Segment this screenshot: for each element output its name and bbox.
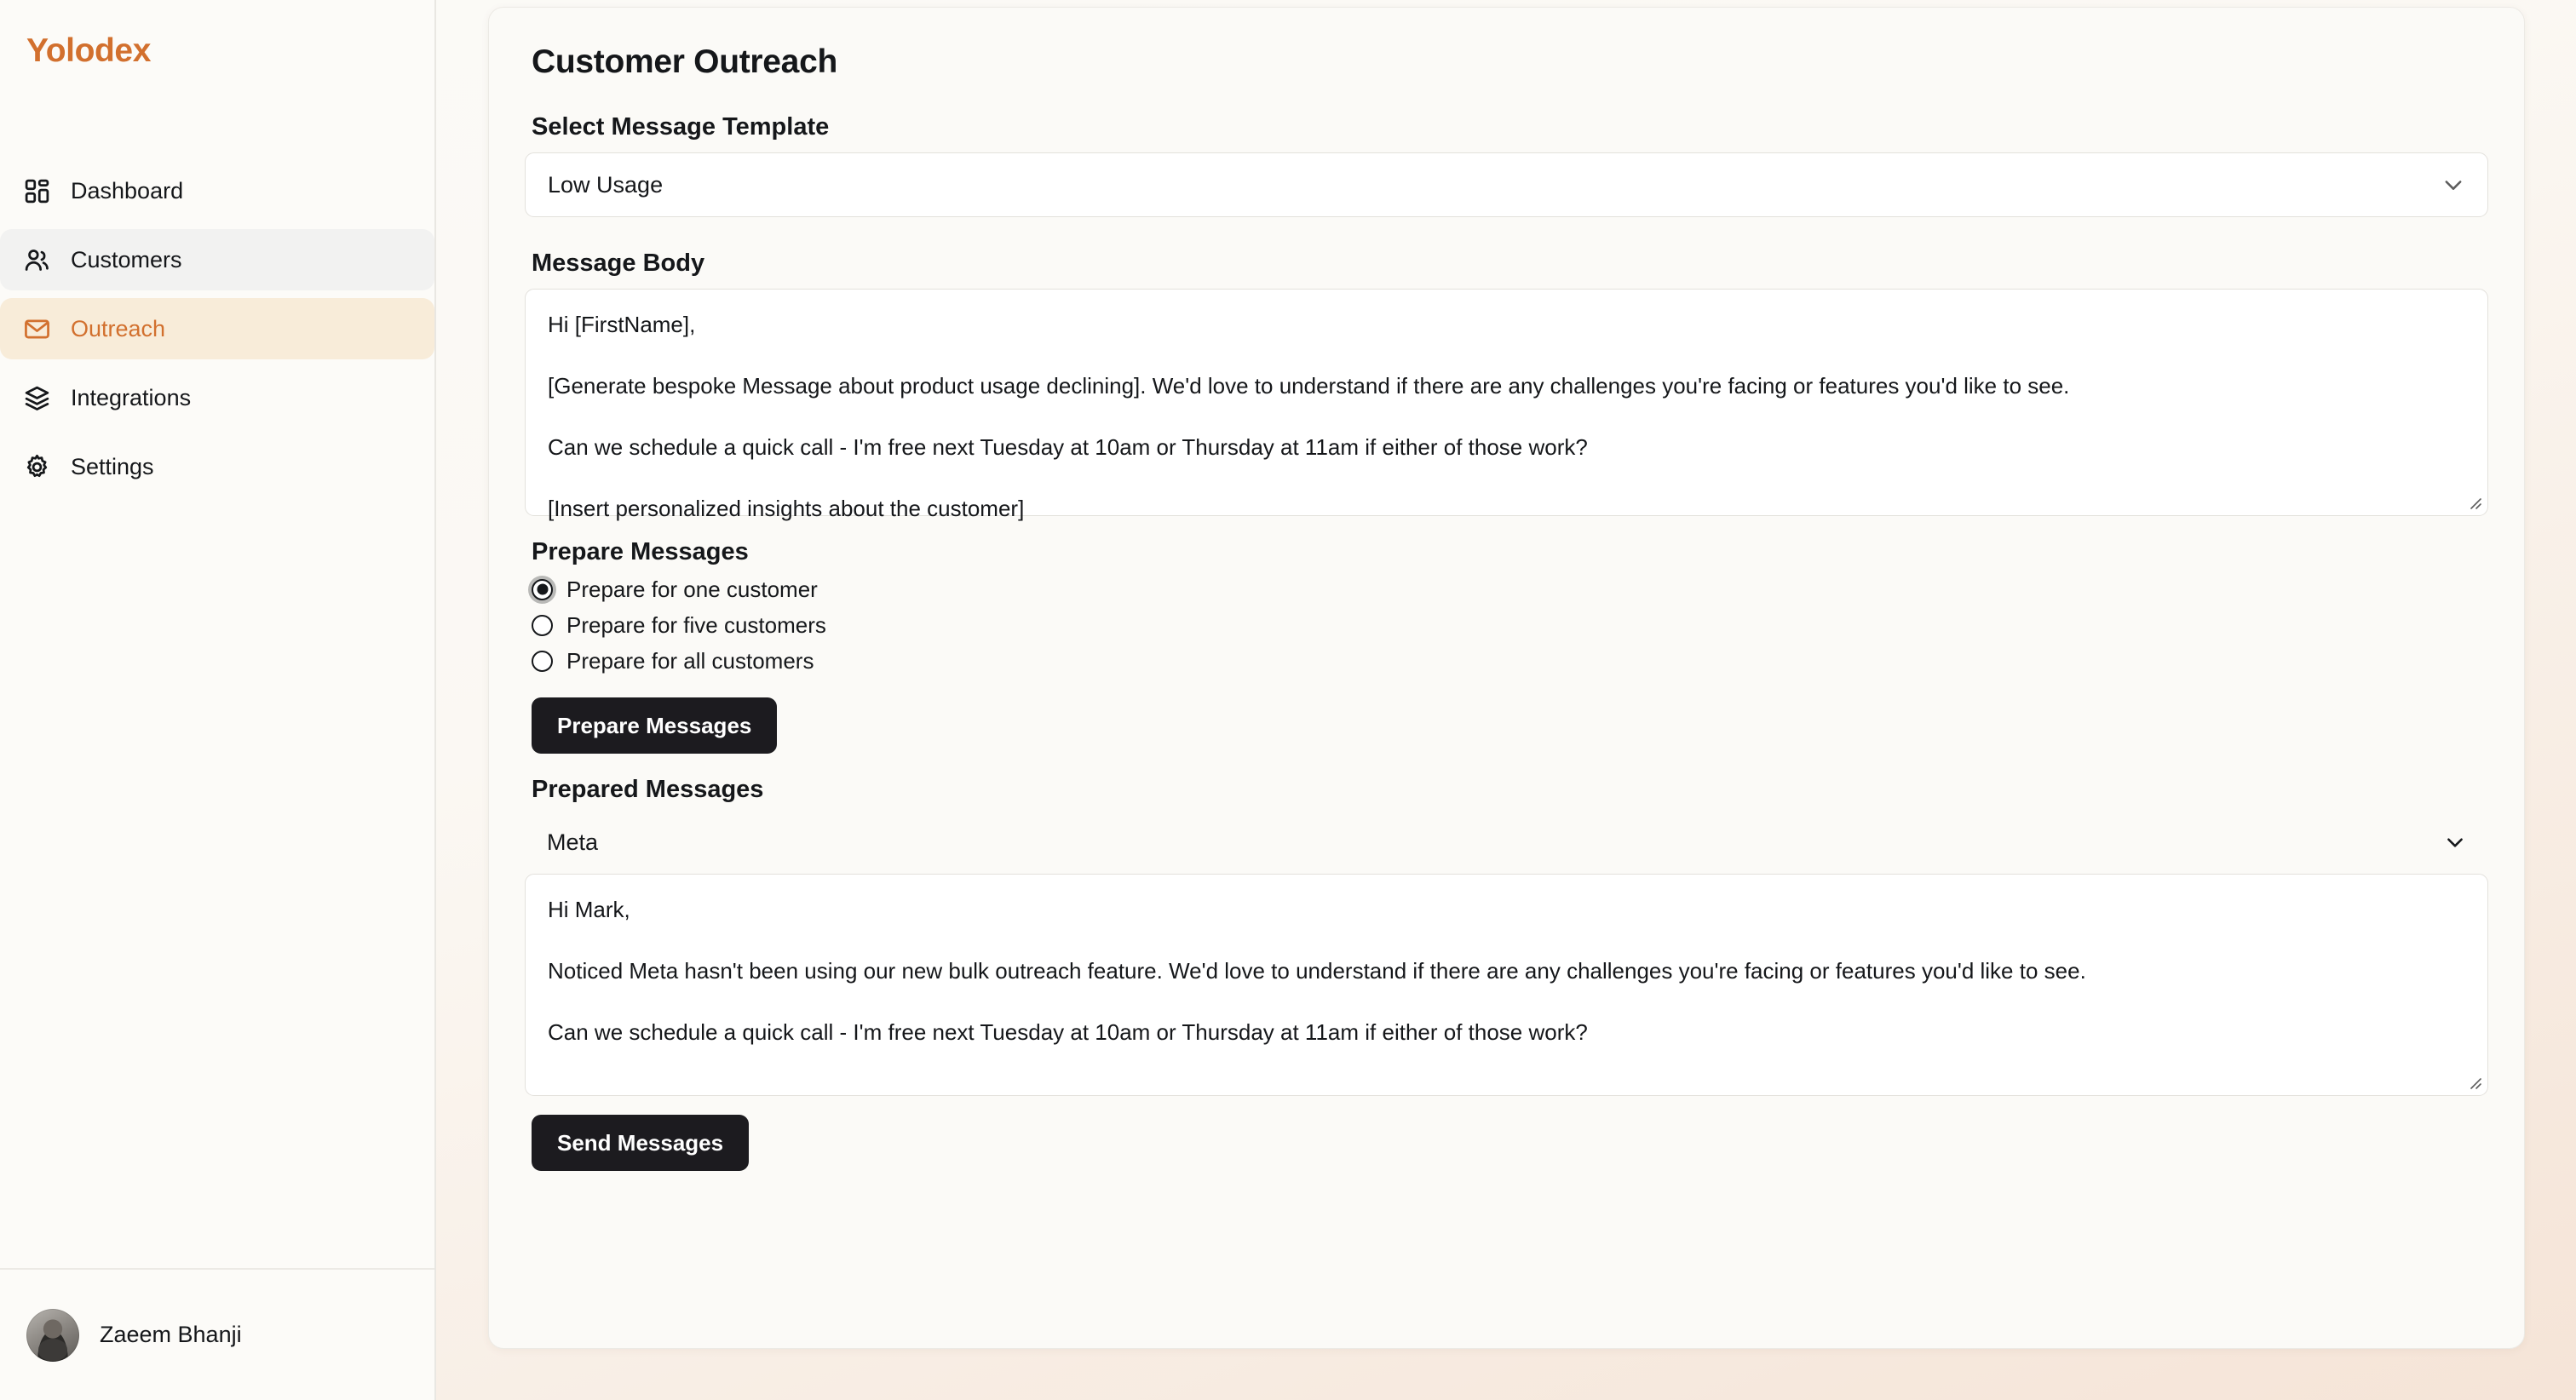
sidebar-item-integrations[interactable]: Integrations — [0, 367, 434, 428]
avatar — [26, 1308, 79, 1362]
layers-icon — [21, 382, 52, 413]
prepared-messages-title: Prepared Messages — [532, 776, 764, 803]
message-body-line: [Insert personalized insights about the … — [548, 496, 1025, 521]
sidebar-item-customers[interactable]: Customers — [0, 229, 434, 290]
sidebar-item-label: Settings — [71, 453, 154, 479]
grid-icon — [21, 175, 52, 206]
message-body-line: Hi [FirstName], — [548, 312, 696, 337]
sidebar-nav: Dashboard Customers Outreach Integration… — [0, 160, 434, 505]
radio-option-all-customers[interactable]: Prepare for all customers — [532, 643, 2488, 679]
message-body-textarea[interactable]: Hi [FirstName], [Generate bespoke Messag… — [525, 289, 2488, 521]
radio-option-five-customers[interactable]: Prepare for five customers — [532, 607, 2488, 643]
template-label: Select Message Template — [532, 113, 830, 141]
message-template-select[interactable]: Low Usage — [525, 152, 2488, 217]
prepared-message-line: Can we schedule a quick call - I'm free … — [548, 1019, 1588, 1045]
gear-icon — [21, 451, 52, 482]
prepared-message-textarea[interactable]: Hi Mark, Noticed Meta hasn't been using … — [525, 874, 2488, 1096]
prepare-messages-button[interactable]: Prepare Messages — [532, 697, 778, 754]
page-title: Customer Outreach — [532, 43, 837, 80]
sidebar-item-settings[interactable]: Settings — [0, 436, 434, 497]
accordion-label: Meta — [547, 829, 599, 855]
radio-label: Prepare for one customer — [566, 576, 818, 602]
brand-logo[interactable]: Yolodex — [0, 0, 434, 102]
send-messages-button[interactable]: Send Messages — [532, 1115, 750, 1171]
sidebar: Yolodex Dashboard Customers Outreach Int… — [0, 0, 436, 1400]
outreach-card: Customer Outreach Select Message Templat… — [488, 7, 2525, 1349]
chevron-down-icon — [2444, 831, 2466, 853]
resize-handle-icon[interactable] — [2465, 493, 2482, 510]
sidebar-item-label: Integrations — [71, 384, 192, 410]
users-icon — [21, 244, 52, 275]
radio-button[interactable] — [532, 578, 553, 600]
message-body-line: Can we schedule a quick call - I'm free … — [548, 434, 1588, 460]
message-body-line: [Generate bespoke Message about product … — [548, 373, 2070, 399]
prepared-message-accordion-meta[interactable]: Meta — [525, 811, 2488, 874]
main-content: Customer Outreach Select Message Templat… — [436, 0, 2576, 1400]
radio-option-one-customer[interactable]: Prepare for one customer — [532, 571, 2488, 607]
app-root: Yolodex Dashboard Customers Outreach Int… — [0, 0, 2576, 1400]
radio-label: Prepare for five customers — [566, 611, 826, 638]
sidebar-item-label: Customers — [71, 246, 182, 273]
sidebar-item-label: Outreach — [71, 315, 166, 341]
sidebar-item-dashboard[interactable]: Dashboard — [0, 160, 434, 221]
radio-label: Prepare for all customers — [566, 647, 814, 674]
resize-handle-icon[interactable] — [2465, 1073, 2482, 1090]
user-name: Zaeem Bhanji — [100, 1322, 242, 1347]
sidebar-item-outreach[interactable]: Outreach — [0, 298, 434, 359]
radio-button[interactable] — [532, 650, 553, 672]
sidebar-user-footer[interactable]: Zaeem Bhanji — [0, 1268, 434, 1400]
envelope-icon — [21, 313, 52, 344]
prepared-message-line: Noticed Meta hasn't been using our new b… — [548, 958, 2086, 984]
message-body-label: Message Body — [532, 250, 705, 277]
sidebar-item-label: Dashboard — [71, 177, 184, 204]
message-template-value: Low Usage — [548, 171, 664, 198]
chevron-down-icon — [2441, 173, 2465, 197]
radio-button[interactable] — [532, 614, 553, 636]
prepare-messages-title: Prepare Messages — [532, 538, 749, 565]
prepared-message-line: Hi Mark, — [548, 897, 630, 922]
